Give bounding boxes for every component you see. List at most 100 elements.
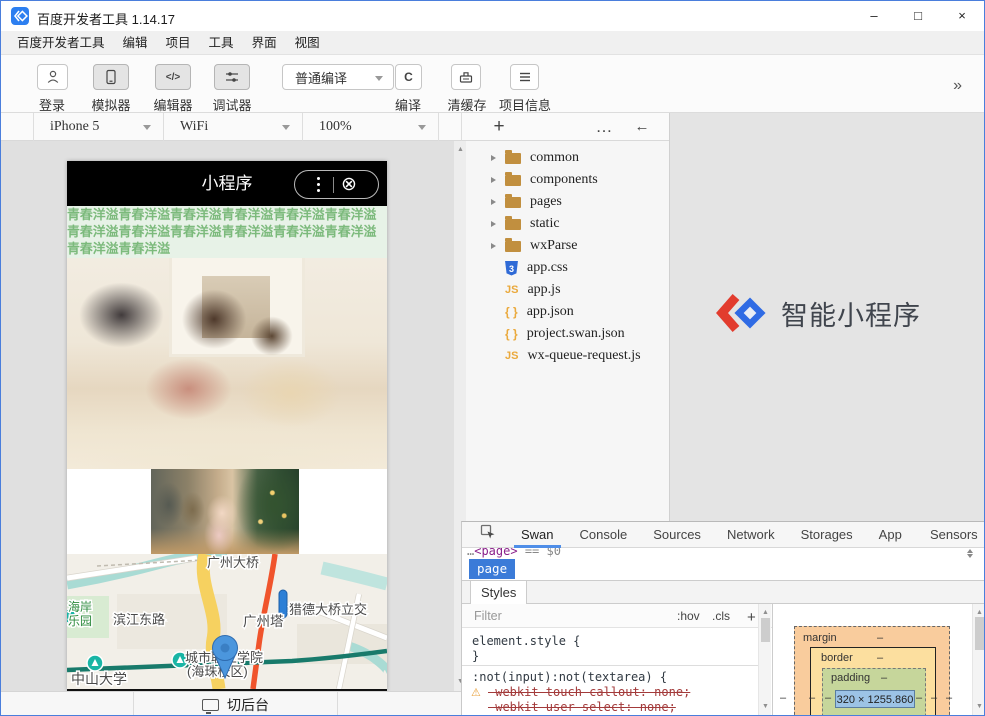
tree-folder-wxparse[interactable]: wxParse	[466, 235, 669, 257]
map-label-tower: 广州塔	[243, 614, 284, 629]
dom-tree-row[interactable]: …<page> == $0	[462, 548, 985, 558]
add-file-button[interactable]: +	[487, 116, 511, 138]
styles-scrollbar[interactable]: ▲ ▼	[758, 604, 771, 715]
margin-label: margin	[803, 632, 837, 644]
hover-state-button[interactable]: :hov	[677, 609, 700, 623]
chevron-right-icon[interactable]	[491, 155, 496, 161]
editor-toggle-button[interactable]: </>	[155, 64, 191, 90]
project-info-button[interactable]	[510, 64, 539, 90]
collapse-panel-button[interactable]: ←	[630, 116, 654, 138]
chevron-right-icon[interactable]	[491, 199, 496, 205]
box-model-padding[interactable]: padding – 320 × 1255.860	[822, 668, 926, 715]
padding-right-value[interactable]: –	[916, 692, 922, 704]
tree-file-wx-queue-request[interactable]: JS wx-queue-request.js	[466, 345, 669, 367]
scrollbar-thumb[interactable]	[761, 618, 770, 642]
person-icon	[45, 69, 61, 85]
map-view[interactable]: 广州大桥 滨江东路 广州塔 猎德大桥立交 城市职业学院 (海珠校区) 中山大学 …	[67, 554, 387, 689]
styles-content: Filter :hov .cls + element.style { } :no…	[462, 604, 985, 715]
scroll-down-icon[interactable]: ▼	[973, 700, 985, 714]
scrollbar-thumb[interactable]	[975, 617, 984, 650]
network-select[interactable]: WiFi	[164, 113, 303, 141]
menu-tools[interactable]: 工具	[200, 31, 243, 55]
chevron-down-icon	[418, 125, 426, 130]
switch-background-label: 切后台	[227, 695, 269, 715]
phone-icon	[103, 69, 119, 86]
menu-project[interactable]: 项目	[157, 31, 200, 55]
new-rule-button[interactable]: +	[747, 609, 756, 626]
inspect-element-icon[interactable]	[480, 524, 496, 545]
menu-app[interactable]: 百度开发者工具	[8, 31, 114, 55]
tree-folder-static[interactable]: static	[466, 213, 669, 235]
tab-network[interactable]: Network	[714, 522, 788, 548]
tab-sources[interactable]: Sources	[640, 522, 714, 548]
simulator-toggle-button[interactable]	[93, 64, 129, 90]
scroll-updown-icon[interactable]	[967, 549, 973, 558]
code-icon: </>	[166, 72, 180, 83]
file-label: app.js	[527, 282, 560, 298]
login-button[interactable]	[37, 64, 68, 90]
border-right-value[interactable]: –	[931, 692, 937, 704]
photo-kids	[67, 258, 387, 469]
css-prop-user-select[interactable]: -webkit-user-select: none;	[488, 700, 676, 714]
zoom-select[interactable]: 100%	[303, 113, 439, 141]
switch-background-button[interactable]: 切后台	[134, 692, 338, 716]
styles-filter-row: Filter :hov .cls +	[462, 604, 772, 628]
tree-file-app-css[interactable]: 3 app.css	[466, 257, 669, 279]
rule-selector[interactable]: :not(input):not(textarea) {	[472, 670, 667, 684]
padding-left-value[interactable]: –	[825, 692, 831, 704]
chevron-right-icon[interactable]	[491, 243, 496, 249]
dom-breadcrumb-bar: page	[462, 558, 985, 580]
tree-folder-common[interactable]: common	[466, 147, 669, 169]
tree-file-app-json[interactable]: { } app.json	[466, 301, 669, 323]
map-label-road: 滨江东路	[113, 612, 165, 627]
margin-top-value[interactable]: –	[877, 632, 883, 644]
tab-swan[interactable]: Swan	[508, 522, 567, 548]
menu-view[interactable]: 视图	[286, 31, 329, 55]
filter-input[interactable]: Filter	[474, 609, 502, 623]
tab-sensors[interactable]: Sensors	[917, 522, 985, 548]
debugger-toggle-button[interactable]	[214, 64, 250, 90]
compile-button[interactable]: C	[395, 64, 422, 90]
box-model-content[interactable]: 320 × 1255.860	[835, 690, 915, 708]
class-button[interactable]: .cls	[712, 609, 730, 623]
toolbar-expand-button[interactable]: »	[953, 77, 962, 95]
tab-styles[interactable]: Styles	[470, 581, 527, 604]
brand-logo: 智能小程序	[715, 291, 921, 335]
menu-dots-icon[interactable]	[317, 183, 320, 186]
close-button[interactable]: ×	[940, 1, 984, 31]
project-info-label: 项目信息	[499, 95, 551, 114]
tab-app-data[interactable]: App data	[866, 522, 917, 548]
border-left-value[interactable]: –	[809, 692, 815, 704]
chevron-right-icon[interactable]	[491, 177, 496, 183]
menu-interface[interactable]: 界面	[243, 31, 286, 55]
close-circle-icon[interactable]: ⊗	[341, 175, 357, 194]
css-prop-touch-callout[interactable]: -webkit-touch-callout: none;	[488, 685, 690, 699]
tab-console[interactable]: Console	[567, 522, 641, 548]
dom-page-tag[interactable]: <page>	[474, 548, 517, 558]
box-model-margin[interactable]: margin – border – padding – 320 × 1255.8…	[794, 626, 950, 715]
box-model-scrollbar[interactable]: ▲ ▼	[972, 604, 985, 715]
tree-folder-pages[interactable]: pages	[466, 191, 669, 213]
breadcrumb-page[interactable]: page	[469, 559, 515, 579]
border-top-value[interactable]: –	[877, 652, 883, 664]
margin-right-value[interactable]: –	[946, 692, 952, 704]
margin-left-value[interactable]: –	[780, 692, 786, 704]
tab-storages[interactable]: Storages	[788, 522, 866, 548]
padding-top-value[interactable]: –	[881, 672, 887, 684]
file-more-button[interactable]: …	[592, 116, 616, 138]
menu-edit[interactable]: 编辑	[114, 31, 157, 55]
chevron-right-icon[interactable]	[491, 221, 496, 227]
maximize-button[interactable]: □	[896, 1, 940, 31]
compile-mode-select[interactable]: 普通编译	[282, 64, 394, 90]
box-model-border[interactable]: border – padding – 320 × 1255.860	[810, 647, 936, 715]
file-label: wx-queue-request.js	[527, 348, 640, 364]
tree-folder-components[interactable]: components	[466, 169, 669, 191]
map-label-bridge: 广州大桥	[207, 555, 259, 570]
tree-file-project-swan-json[interactable]: { } project.swan.json	[466, 323, 669, 345]
element-style-open[interactable]: element.style {	[472, 634, 580, 648]
scroll-down-icon[interactable]: ▼	[759, 700, 772, 714]
device-select[interactable]: iPhone 5	[34, 113, 164, 141]
tree-file-app-js[interactable]: JS app.js	[466, 279, 669, 301]
clear-cache-button[interactable]	[451, 64, 481, 90]
minimize-button[interactable]: –	[852, 1, 896, 31]
